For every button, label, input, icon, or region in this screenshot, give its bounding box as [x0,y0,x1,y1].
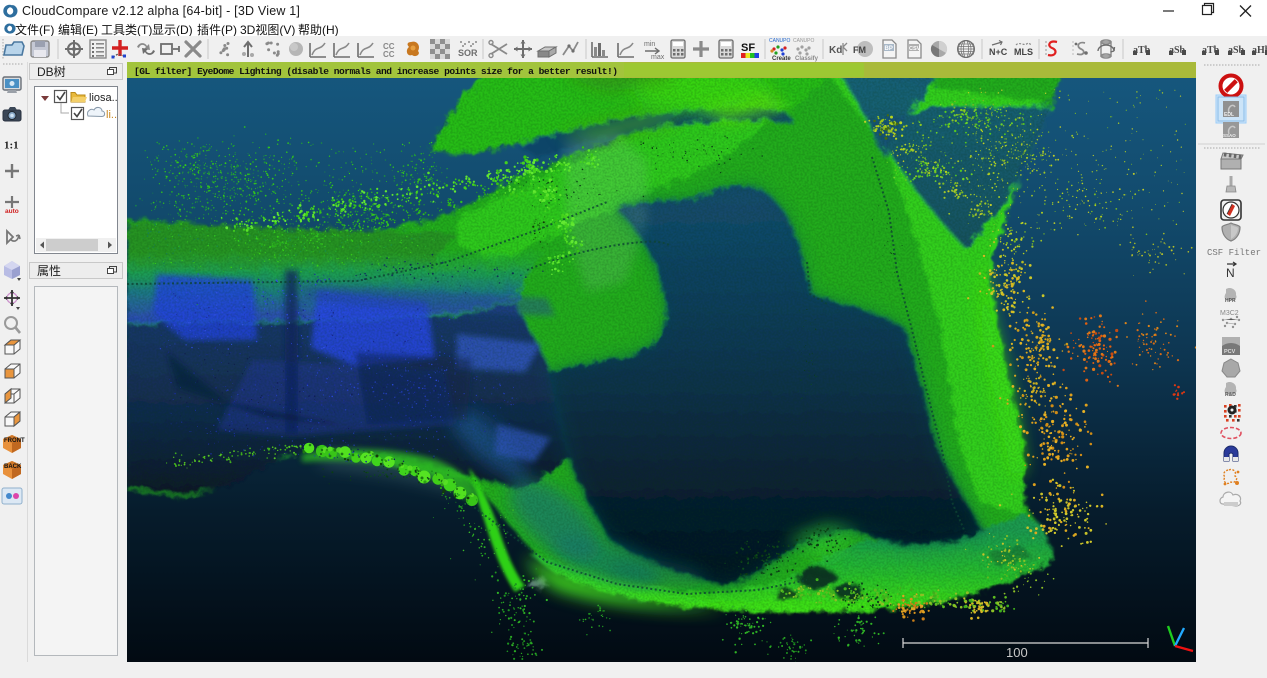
svg-text:MLS: MLS [1014,47,1033,57]
svg-text:CANUPO: CANUPO [793,38,815,44]
svg-text:CC: CC [383,50,395,59]
svg-text:N+C: N+C [989,47,1008,57]
svg-text:BP: BP [885,46,893,52]
svg-text:Kd: Kd [829,45,842,56]
svg-text:FRONT: FRONT [4,438,25,444]
svg-text:CSV: CSV [909,46,921,52]
svg-text:SF: SF [741,42,755,54]
svg-text:FM: FM [853,45,866,55]
svg-text:auto: auto [5,208,19,215]
svg-text:CANUPO: CANUPO [769,38,791,44]
svg-text:SOR: SOR [458,48,478,58]
svg-text:1:1: 1:1 [4,140,19,152]
svg-text:liosa...: liosa... [89,92,117,104]
svg-text:min: min [644,41,655,48]
svg-text:li...: li... [106,109,117,121]
svg-text:BACK: BACK [4,464,22,470]
svg-text:max: max [651,54,665,61]
